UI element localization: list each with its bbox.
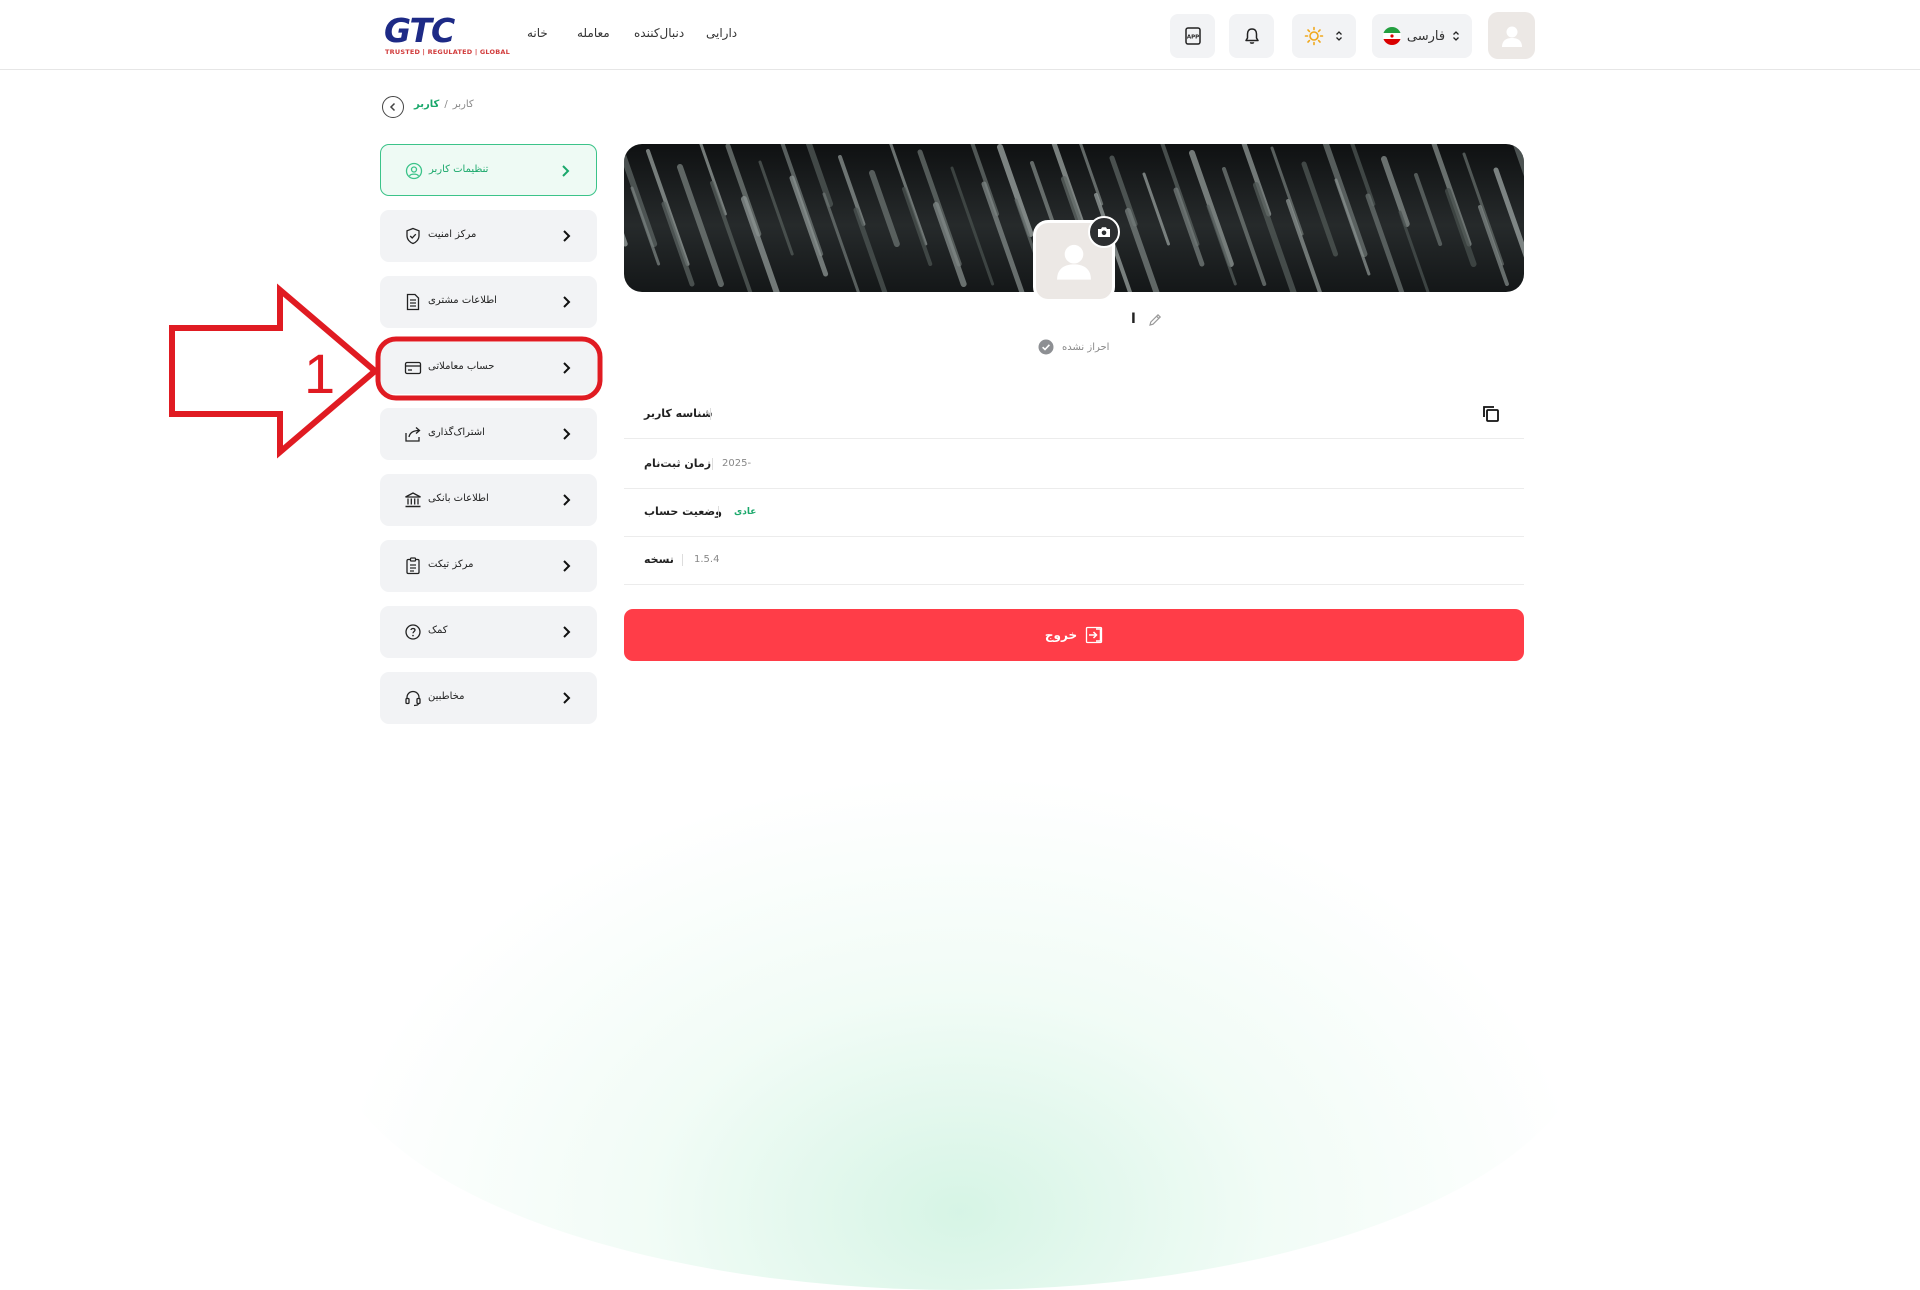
tutorial-annotation-overlay: 1 — [169, 283, 603, 459]
annotation-arrow — [169, 283, 380, 459]
annotation-highlight-box — [375, 336, 603, 401]
annotation-step-number: 1 — [304, 342, 335, 405]
